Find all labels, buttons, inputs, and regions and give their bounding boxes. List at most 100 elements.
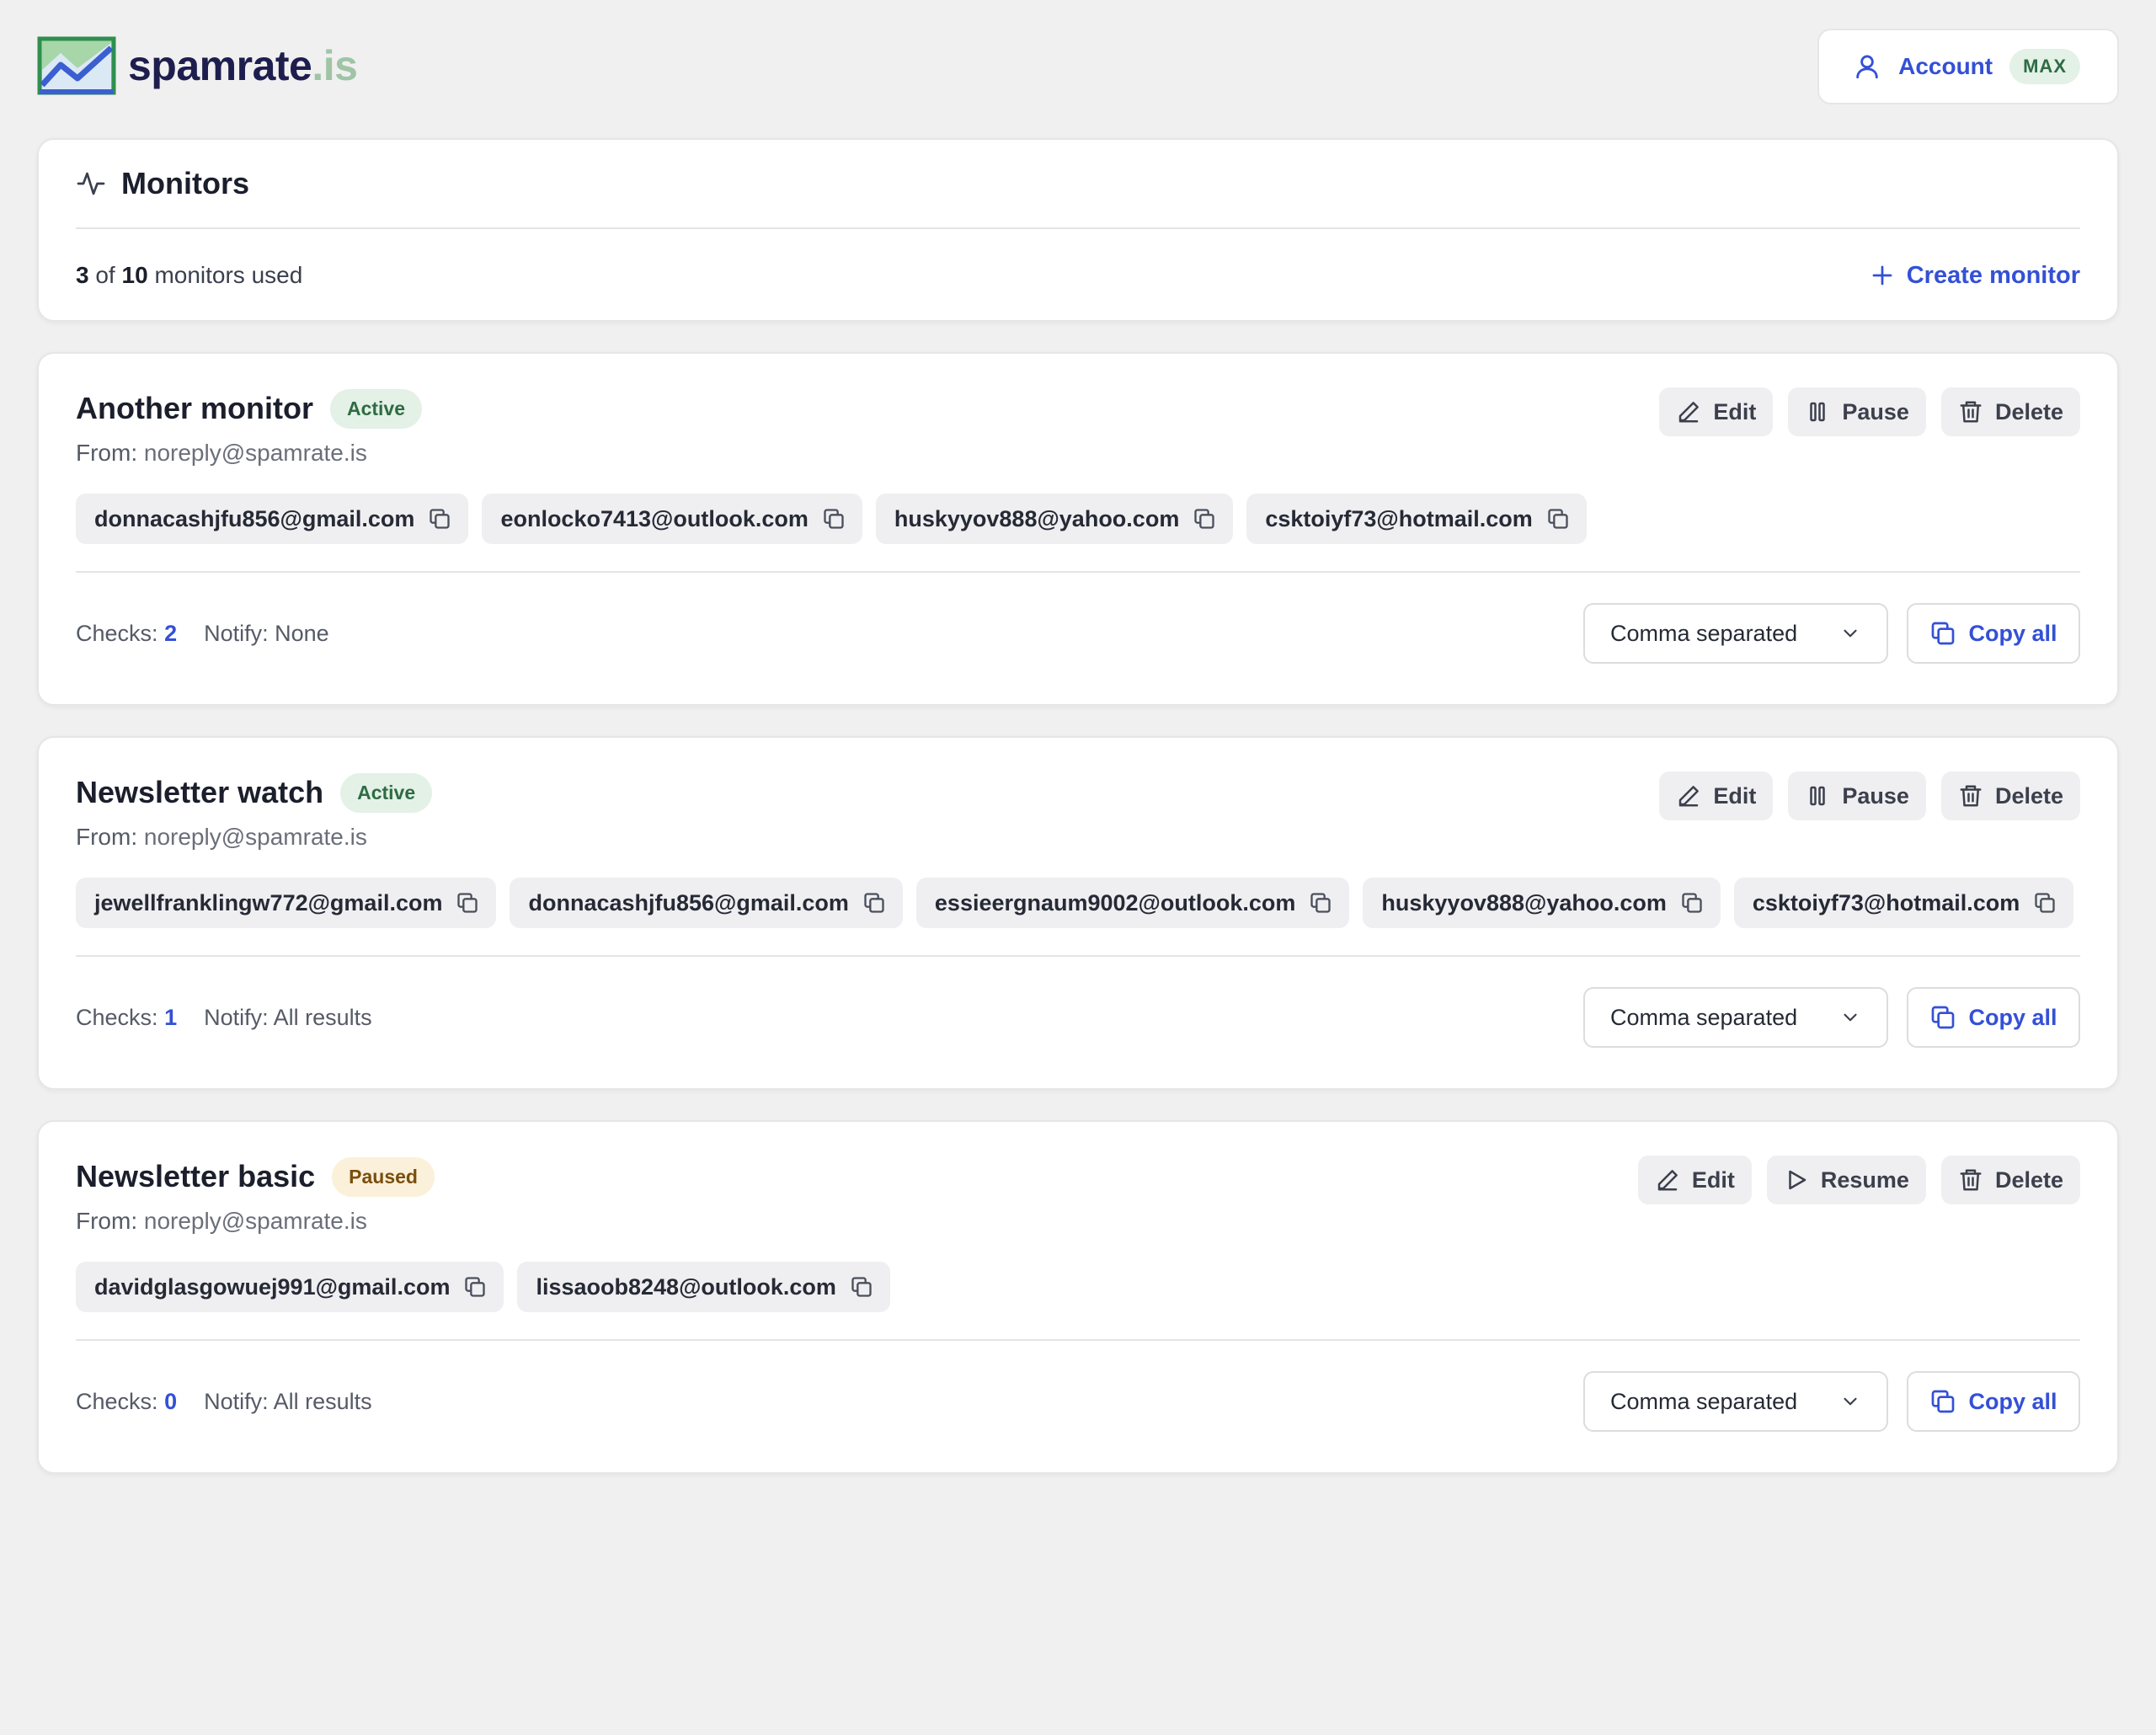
copy-recipient-button[interactable]	[822, 507, 846, 531]
notify-stat: Notify: None	[204, 621, 329, 647]
status-badge: Active	[340, 772, 433, 813]
notify-label: Notify:	[204, 1004, 269, 1030]
copy-recipient-button[interactable]	[1309, 891, 1332, 915]
copy-all-button[interactable]: Copy all	[1907, 987, 2080, 1048]
recipient-chip: davidglasgowuej991@gmail.com	[76, 1262, 504, 1312]
toggle-label: Resume	[1820, 1166, 1909, 1193]
status-badge: Paused	[332, 1156, 435, 1197]
copy-recipient-button[interactable]	[463, 1275, 487, 1299]
monitor-name: Another monitor	[76, 391, 313, 425]
delete-label: Delete	[1994, 782, 2063, 809]
pencil-icon	[1679, 786, 1700, 807]
checks-stat: Checks: 2	[76, 621, 177, 647]
copy-icon	[1932, 1390, 1955, 1413]
notify-label: Notify:	[204, 1388, 269, 1414]
logo[interactable]: spamrate.is	[37, 36, 358, 95]
monitor-stats: Checks: 1 Notify: All results	[76, 1005, 372, 1031]
copy-icon	[824, 509, 844, 529]
copy-icon	[457, 893, 478, 913]
monitor-header: Newsletter basic Paused From: noreply@sp…	[76, 1122, 2080, 1235]
delete-button[interactable]: Delete	[1940, 387, 2080, 436]
format-selected: Comma separated	[1610, 620, 1798, 646]
checks-stat: Checks: 0	[76, 1389, 177, 1415]
toggle-label: Pause	[1842, 398, 1909, 424]
copy-recipient-button[interactable]	[862, 891, 886, 915]
monitor-card-2: Newsletter watch Active From: noreply@sp…	[37, 736, 2119, 1090]
notify-stat: Notify: All results	[204, 1005, 372, 1031]
edit-button[interactable]: Edit	[1659, 387, 1774, 436]
monitor-list: Another monitor Active From: noreply@spa…	[37, 352, 2119, 1474]
copy-all-button[interactable]: Copy all	[1907, 603, 2080, 664]
monitor-header: Newsletter watch Active From: noreply@sp…	[76, 738, 2080, 851]
status-badge: Active	[329, 388, 423, 429]
format-select[interactable]: Comma separated	[1583, 1371, 1888, 1432]
copy-icon	[2035, 893, 2055, 913]
from-address: noreply@spamrate.is	[143, 1208, 367, 1234]
edit-label: Edit	[1713, 398, 1757, 424]
recipient-email: jewellfranklingw772@gmail.com	[94, 889, 443, 916]
brand-tld: .is	[312, 42, 358, 89]
monitor-stats: Checks: 0 Notify: All results	[76, 1389, 372, 1415]
pause-button[interactable]: Pause	[1788, 771, 1926, 820]
recipient-list: jewellfranklingw772@gmail.com donnacashjf…	[76, 878, 2080, 957]
copy-recipient-button[interactable]	[1546, 507, 1570, 531]
recipient-chip: essieergnaum9002@outlook.com	[915, 878, 1350, 928]
user-icon	[1856, 55, 1878, 79]
toggle-label: Pause	[1842, 782, 1909, 809]
copy-recipient-button[interactable]	[1193, 507, 1216, 531]
checks-label: Checks:	[76, 1004, 158, 1030]
delete-button[interactable]: Delete	[1940, 771, 2080, 820]
copy-recipient-button[interactable]	[456, 891, 479, 915]
delete-label: Delete	[1994, 398, 2063, 424]
monitor-name: Newsletter basic	[76, 1159, 316, 1193]
copy-icon	[1682, 893, 1702, 913]
recipient-email: donnacashjfu856@gmail.com	[94, 505, 415, 531]
recipient-chip: eonlocko7413@outlook.com	[482, 494, 862, 544]
recipient-chip: jewellfranklingw772@gmail.com	[76, 878, 497, 928]
checks-count[interactable]: 2	[164, 621, 177, 646]
pencil-icon	[1657, 1170, 1678, 1191]
checks-count[interactable]: 1	[164, 1005, 177, 1030]
pause-button[interactable]: Pause	[1788, 387, 1926, 436]
copy-icon	[851, 1277, 872, 1297]
notify-value: All results	[273, 1004, 372, 1030]
copy-recipient-button[interactable]	[1680, 891, 1704, 915]
trash-icon	[1960, 1169, 1982, 1191]
pause-icon	[1810, 402, 1826, 422]
format-select[interactable]: Comma separated	[1583, 603, 1888, 664]
checks-count[interactable]: 0	[164, 1389, 177, 1414]
recipient-list: donnacashjfu856@gmail.com eonlocko7413@ou…	[76, 494, 2080, 573]
account-button[interactable]: Account MAX	[1817, 29, 2119, 104]
copy-controls: Comma separated Copy all	[1583, 603, 2080, 664]
usage-suffix: monitors used	[154, 262, 303, 288]
monitor-actions: Edit Resume Delete	[1637, 1156, 2080, 1204]
create-monitor-button[interactable]: Create monitor	[1870, 262, 2080, 290]
trash-icon	[1960, 785, 1982, 807]
copy-all-label: Copy all	[1968, 1004, 2057, 1030]
notify-stat: Notify: All results	[204, 1389, 372, 1415]
recipient-chip: csktoiyf73@hotmail.com	[1246, 494, 1587, 544]
monitor-stats: Checks: 2 Notify: None	[76, 621, 329, 647]
copy-controls: Comma separated Copy all	[1583, 1371, 2080, 1432]
recipient-email: donnacashjfu856@gmail.com	[528, 889, 849, 916]
copy-icon	[430, 509, 451, 529]
copy-recipient-button[interactable]	[850, 1275, 873, 1299]
copy-all-label: Copy all	[1968, 1388, 2057, 1414]
notify-value: None	[275, 620, 329, 646]
plus-icon	[1872, 265, 1892, 286]
plan-badge: MAX	[2009, 49, 2080, 84]
delete-button[interactable]: Delete	[1940, 1156, 2080, 1204]
edit-button[interactable]: Edit	[1637, 1156, 1752, 1204]
copy-all-button[interactable]: Copy all	[1907, 1371, 2080, 1432]
create-monitor-label: Create monitor	[1906, 261, 2080, 289]
recipient-chip: huskyyov888@yahoo.com	[875, 494, 1234, 544]
edit-label: Edit	[1713, 782, 1757, 809]
trash-icon	[1960, 401, 1982, 423]
play-icon	[1789, 1170, 1806, 1190]
copy-recipient-button[interactable]	[428, 507, 451, 531]
resume-button[interactable]: Resume	[1766, 1156, 1926, 1204]
format-select[interactable]: Comma separated	[1583, 987, 1888, 1048]
edit-button[interactable]: Edit	[1659, 771, 1774, 820]
copy-recipient-button[interactable]	[2033, 891, 2057, 915]
usage-used: 3	[76, 262, 89, 288]
